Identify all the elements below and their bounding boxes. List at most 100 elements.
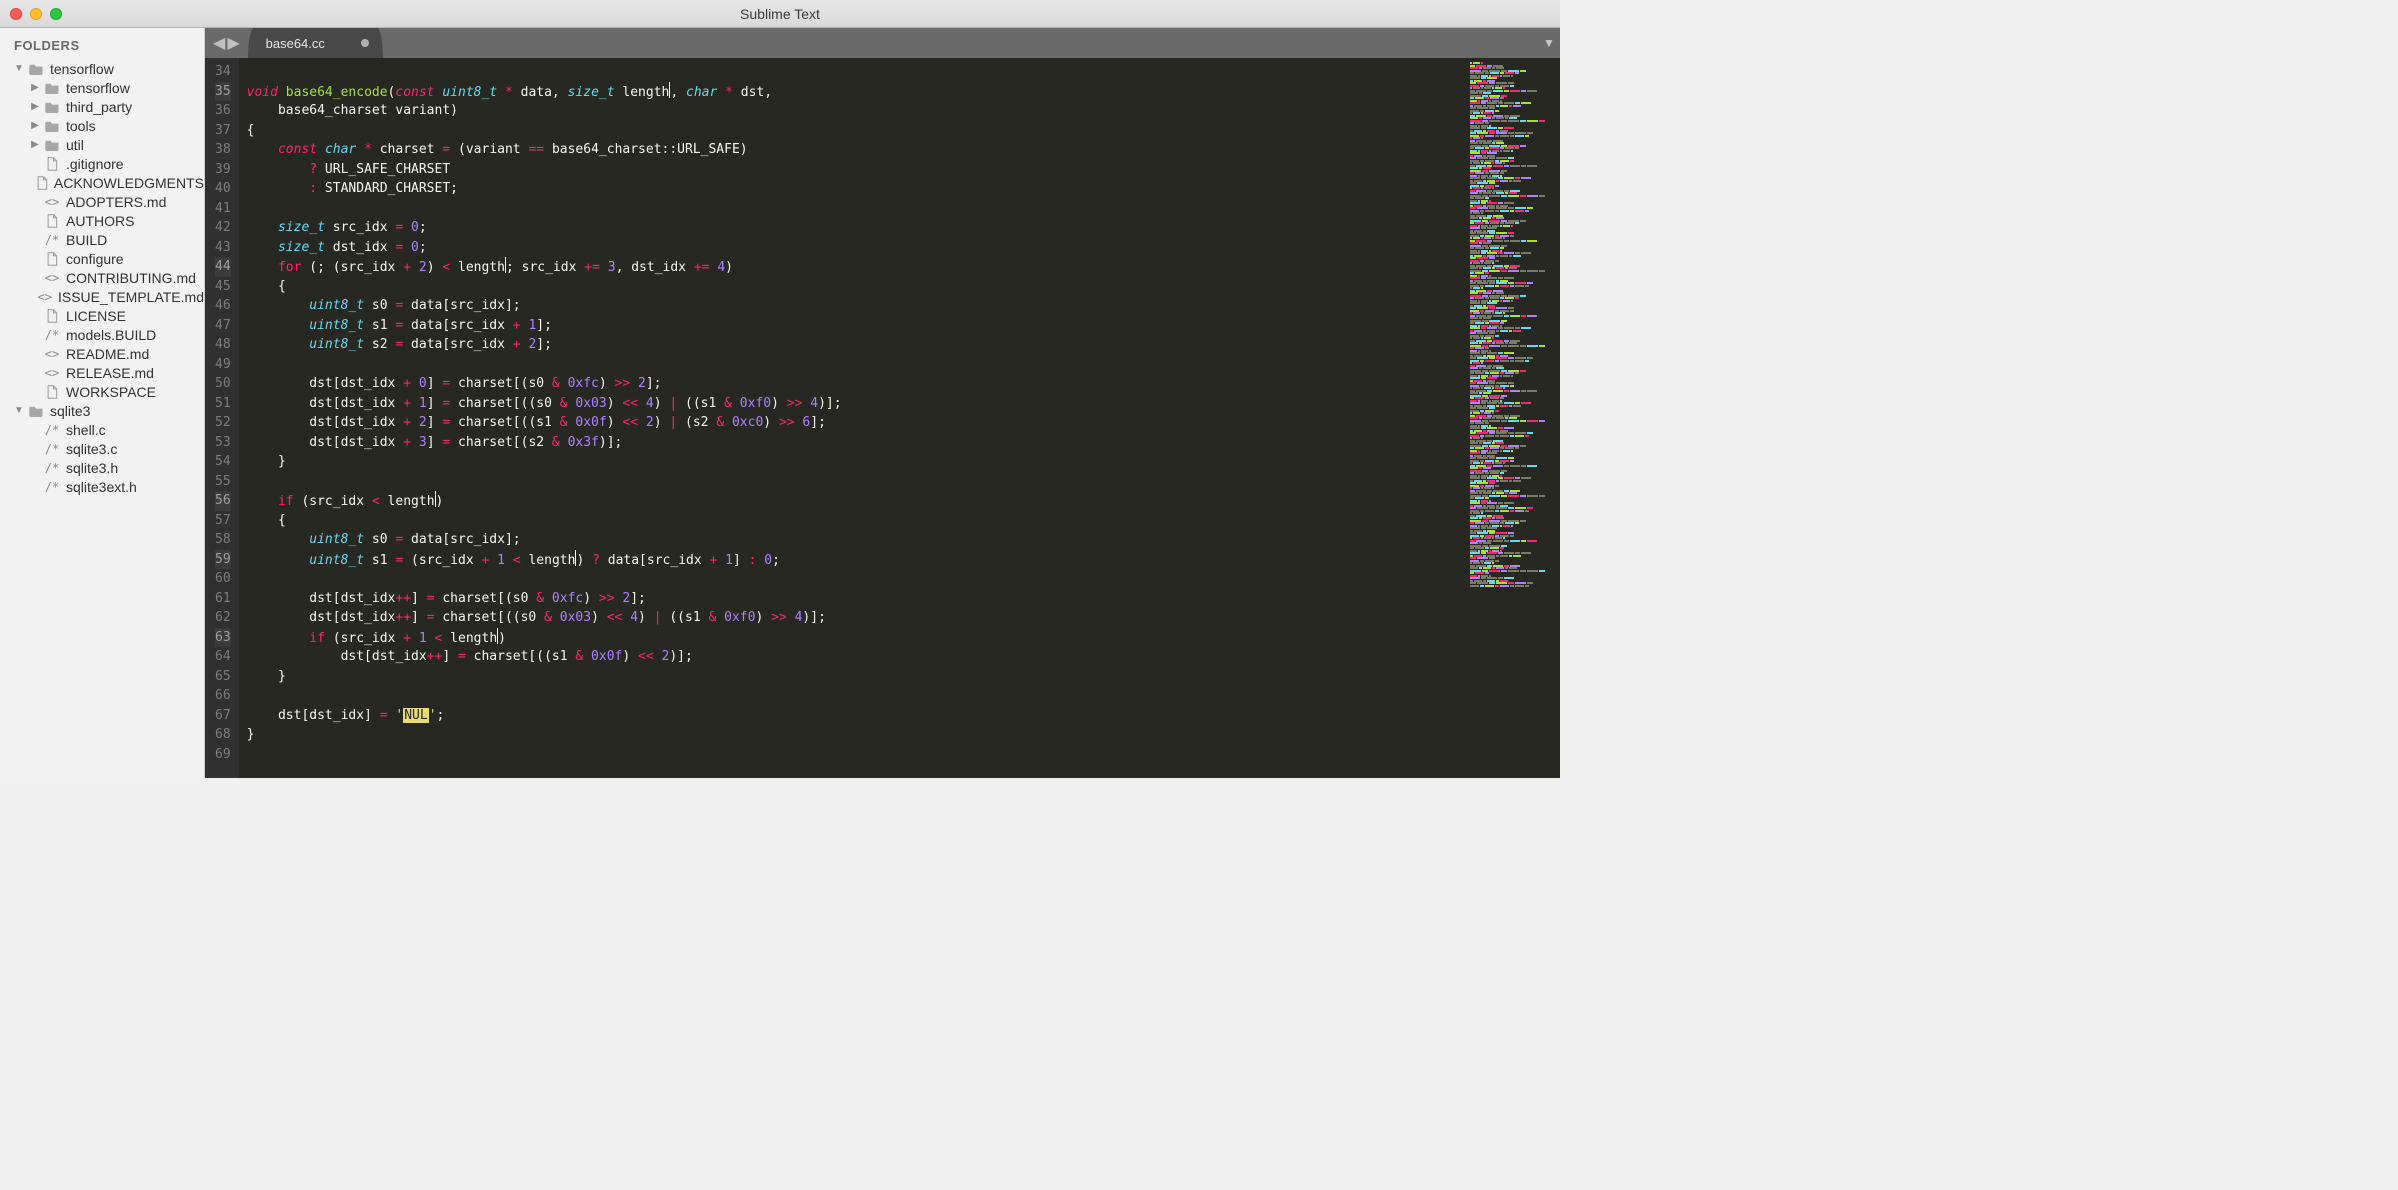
file-row[interactable]: <> RELEASE.md bbox=[0, 363, 204, 382]
minimize-window-button[interactable] bbox=[30, 8, 42, 20]
line-number[interactable]: 69 bbox=[215, 745, 231, 765]
code-editor[interactable]: void base64_encode(const uint8_t * data,… bbox=[239, 58, 1468, 778]
code-line[interactable]: dst[dst_idx++] = charset[((s1 & 0x0f) <<… bbox=[247, 647, 1468, 667]
code-line[interactable]: : STANDARD_CHARSET; bbox=[247, 179, 1468, 199]
file-row[interactable]: <> README.md bbox=[0, 344, 204, 363]
line-number[interactable]: 40 bbox=[215, 179, 231, 199]
folder-row[interactable]: ▼ sqlite3 bbox=[0, 401, 204, 420]
code-line[interactable] bbox=[247, 745, 1468, 765]
line-number[interactable]: 37 bbox=[215, 121, 231, 141]
line-number[interactable]: 61 bbox=[215, 589, 231, 609]
sidebar[interactable]: FOLDERS ▼ tensorflow▶ tensorflow▶ third_… bbox=[0, 28, 205, 778]
code-line[interactable]: base64_charset variant) bbox=[247, 101, 1468, 121]
line-number[interactable]: 34 bbox=[215, 62, 231, 82]
line-number-gutter[interactable]: 3435363738394041424344454647484950515253… bbox=[205, 58, 239, 778]
code-line[interactable]: size_t src_idx = 0; bbox=[247, 218, 1468, 238]
disclosure-right-icon[interactable]: ▶ bbox=[30, 101, 40, 112]
file-row[interactable]: <> ADOPTERS.md bbox=[0, 192, 204, 211]
line-number[interactable]: 58 bbox=[215, 530, 231, 550]
code-line[interactable]: size_t dst_idx = 0; bbox=[247, 238, 1468, 258]
folder-row[interactable]: ▶ tools bbox=[0, 116, 204, 135]
line-number[interactable]: 63 bbox=[215, 628, 231, 648]
tab-overflow-button[interactable]: ▼ bbox=[1538, 28, 1560, 58]
code-line[interactable] bbox=[247, 355, 1468, 375]
file-row[interactable]: AUTHORS bbox=[0, 211, 204, 230]
code-line[interactable]: uint8_t s1 = (src_idx + 1 < length) ? da… bbox=[247, 550, 1468, 570]
line-number[interactable]: 52 bbox=[215, 413, 231, 433]
code-line[interactable]: if (src_idx + 1 < length) bbox=[247, 628, 1468, 648]
line-number[interactable]: 47 bbox=[215, 316, 231, 336]
line-number[interactable]: 59 bbox=[215, 550, 231, 570]
line-number[interactable]: 45 bbox=[215, 277, 231, 297]
tab-active[interactable]: base64.cc bbox=[248, 28, 383, 58]
file-row[interactable]: ACKNOWLEDGMENTS bbox=[0, 173, 204, 192]
code-line[interactable] bbox=[247, 62, 1468, 82]
line-number[interactable]: 56 bbox=[215, 491, 231, 511]
line-number[interactable]: 68 bbox=[215, 725, 231, 745]
line-number[interactable]: 67 bbox=[215, 706, 231, 726]
folder-row[interactable]: ▶ util bbox=[0, 135, 204, 154]
code-line[interactable]: { bbox=[247, 277, 1468, 297]
code-line[interactable]: dst[dst_idx + 2] = charset[((s1 & 0x0f) … bbox=[247, 413, 1468, 433]
file-row[interactable]: /* BUILD bbox=[0, 230, 204, 249]
code-line[interactable]: dst[dst_idx] = 'NUL'; bbox=[247, 706, 1468, 726]
line-number[interactable]: 64 bbox=[215, 647, 231, 667]
zoom-window-button[interactable] bbox=[50, 8, 62, 20]
file-row[interactable]: /* models.BUILD bbox=[0, 325, 204, 344]
code-line[interactable]: const char * charset = (variant == base6… bbox=[247, 140, 1468, 160]
minimap[interactable] bbox=[1468, 58, 1560, 778]
file-row[interactable]: configure bbox=[0, 249, 204, 268]
line-number[interactable]: 54 bbox=[215, 452, 231, 472]
line-number[interactable]: 60 bbox=[215, 569, 231, 589]
file-row[interactable]: <> CONTRIBUTING.md bbox=[0, 268, 204, 287]
file-row[interactable]: .gitignore bbox=[0, 154, 204, 173]
file-row[interactable]: /* shell.c bbox=[0, 420, 204, 439]
code-line[interactable]: uint8_t s2 = data[src_idx + 2]; bbox=[247, 335, 1468, 355]
line-number[interactable]: 53 bbox=[215, 433, 231, 453]
line-number[interactable]: 44 bbox=[215, 257, 231, 277]
code-line[interactable]: void base64_encode(const uint8_t * data,… bbox=[247, 82, 1468, 102]
line-number[interactable]: 43 bbox=[215, 238, 231, 258]
code-line[interactable]: for (; (src_idx + 2) < length; src_idx +… bbox=[247, 257, 1468, 277]
folder-row[interactable]: ▶ third_party bbox=[0, 97, 204, 116]
file-row[interactable]: /* sqlite3.c bbox=[0, 439, 204, 458]
code-line[interactable]: ? URL_SAFE_CHARSET bbox=[247, 160, 1468, 180]
file-row[interactable]: /* sqlite3ext.h bbox=[0, 477, 204, 496]
code-line[interactable]: { bbox=[247, 121, 1468, 141]
code-line[interactable]: uint8_t s1 = data[src_idx + 1]; bbox=[247, 316, 1468, 336]
code-line[interactable]: dst[dst_idx + 0] = charset[(s0 & 0xfc) >… bbox=[247, 374, 1468, 394]
code-line[interactable]: dst[dst_idx++] = charset[(s0 & 0xfc) >> … bbox=[247, 589, 1468, 609]
close-window-button[interactable] bbox=[10, 8, 22, 20]
line-number[interactable]: 62 bbox=[215, 608, 231, 628]
code-line[interactable] bbox=[247, 199, 1468, 219]
line-number[interactable]: 39 bbox=[215, 160, 231, 180]
line-number[interactable]: 57 bbox=[215, 511, 231, 531]
line-number[interactable]: 46 bbox=[215, 296, 231, 316]
code-line[interactable]: dst[dst_idx + 3] = charset[(s2 & 0x3f)]; bbox=[247, 433, 1468, 453]
line-number[interactable]: 55 bbox=[215, 472, 231, 492]
line-number[interactable]: 51 bbox=[215, 394, 231, 414]
disclosure-right-icon[interactable]: ▶ bbox=[30, 82, 40, 93]
code-line[interactable]: } bbox=[247, 667, 1468, 687]
code-line[interactable] bbox=[247, 569, 1468, 589]
nav-forward-icon[interactable]: ▶ bbox=[227, 33, 239, 53]
code-line[interactable]: dst[dst_idx++] = charset[((s0 & 0x03) <<… bbox=[247, 608, 1468, 628]
line-number[interactable]: 66 bbox=[215, 686, 231, 706]
folder-row[interactable]: ▼ tensorflow bbox=[0, 59, 204, 78]
code-line[interactable]: uint8_t s0 = data[src_idx]; bbox=[247, 530, 1468, 550]
code-line[interactable]: } bbox=[247, 452, 1468, 472]
code-line[interactable]: dst[dst_idx + 1] = charset[((s0 & 0x03) … bbox=[247, 394, 1468, 414]
line-number[interactable]: 42 bbox=[215, 218, 231, 238]
code-line[interactable]: } bbox=[247, 725, 1468, 745]
line-number[interactable]: 36 bbox=[215, 101, 231, 121]
file-row[interactable]: LICENSE bbox=[0, 306, 204, 325]
file-row[interactable]: <> ISSUE_TEMPLATE.md bbox=[0, 287, 204, 306]
code-line[interactable]: uint8_t s0 = data[src_idx]; bbox=[247, 296, 1468, 316]
disclosure-right-icon[interactable]: ▶ bbox=[30, 120, 40, 131]
disclosure-right-icon[interactable]: ▶ bbox=[30, 139, 40, 150]
line-number[interactable]: 35 bbox=[215, 82, 231, 102]
code-line[interactable]: if (src_idx < length) bbox=[247, 491, 1468, 511]
file-row[interactable]: /* sqlite3.h bbox=[0, 458, 204, 477]
line-number[interactable]: 41 bbox=[215, 199, 231, 219]
line-number[interactable]: 65 bbox=[215, 667, 231, 687]
